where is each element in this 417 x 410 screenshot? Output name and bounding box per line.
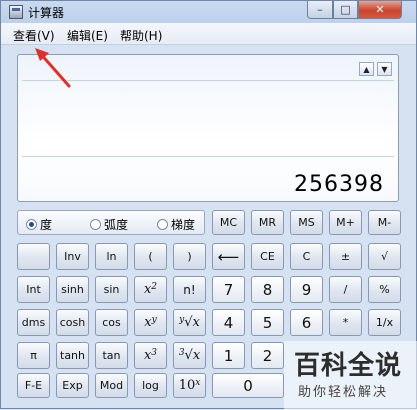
digit-2-button[interactable]: 2 bbox=[251, 342, 284, 369]
digit-5-button[interactable]: 5 bbox=[251, 309, 284, 336]
history-scroll-down-button[interactable]: ▼ bbox=[377, 62, 392, 76]
left-paren-button[interactable]: ( bbox=[134, 243, 167, 270]
square-root-button[interactable]: √ bbox=[368, 243, 401, 270]
radio-radian[interactable]: 弧度 bbox=[90, 216, 128, 233]
minimize-button[interactable]: – bbox=[307, 1, 333, 19]
window-title: 计算器 bbox=[28, 6, 65, 20]
x-power-y-base: x bbox=[144, 315, 152, 330]
y-root-x-button[interactable]: y √x bbox=[173, 309, 206, 336]
x-cubed-exponent: 3 bbox=[151, 347, 158, 358]
m-plus-button[interactable]: M+ bbox=[329, 210, 362, 235]
digit-8-button[interactable]: 8 bbox=[251, 276, 284, 303]
mod-button[interactable]: Mod bbox=[95, 373, 128, 398]
watermark: 百科全说 助你轻松解决 bbox=[284, 341, 417, 410]
x-squared-button[interactable]: x2 bbox=[134, 276, 167, 303]
factorial-button[interactable]: n! bbox=[173, 276, 206, 303]
display-value: 256398 bbox=[294, 172, 384, 197]
radio-degree[interactable]: 度 bbox=[26, 216, 52, 233]
sinh-button[interactable]: sinh bbox=[56, 276, 89, 303]
menu-view[interactable]: 查看(V) bbox=[13, 27, 55, 44]
mr-button[interactable]: MR bbox=[251, 210, 284, 235]
radio-degree-dot bbox=[26, 219, 37, 230]
menu-help[interactable]: 帮助(H) bbox=[120, 27, 162, 44]
multiply-button[interactable]: * bbox=[329, 309, 362, 336]
radio-radian-dot bbox=[90, 219, 101, 230]
mc-button[interactable]: MC bbox=[212, 210, 245, 235]
y-root-symbol: √x bbox=[184, 315, 200, 330]
divide-button[interactable]: / bbox=[329, 276, 362, 303]
cube-root-button[interactable]: 3 √x bbox=[173, 342, 206, 369]
m-minus-button[interactable]: M- bbox=[368, 210, 401, 235]
radio-gradian[interactable]: 梯度 bbox=[157, 216, 195, 233]
digit-9-button[interactable]: 9 bbox=[290, 276, 323, 303]
radio-gradian-dot bbox=[157, 219, 168, 230]
plus-minus-button[interactable]: ± bbox=[329, 243, 362, 270]
pi-button[interactable]: π bbox=[17, 342, 50, 369]
radio-degree-label: 度 bbox=[40, 218, 53, 232]
radio-radian-label: 弧度 bbox=[104, 218, 129, 232]
radio-gradian-label: 梯度 bbox=[171, 218, 196, 232]
close-button[interactable]: ✕ bbox=[358, 1, 402, 19]
blank-function-button[interactable] bbox=[17, 243, 50, 270]
fe-button[interactable]: F-E bbox=[17, 373, 50, 398]
log-button[interactable]: log bbox=[134, 373, 167, 398]
history-scroll-up-button[interactable]: ▲ bbox=[359, 62, 374, 76]
int-button[interactable]: Int bbox=[17, 276, 50, 303]
digit-0-button[interactable]: 0 bbox=[212, 373, 284, 398]
sin-button[interactable]: sin bbox=[95, 276, 128, 303]
ln-button[interactable]: ln bbox=[95, 243, 128, 270]
annotation-arrow-icon bbox=[35, 48, 71, 88]
x-squared-exponent: 2 bbox=[151, 281, 158, 292]
cube-root-index: 3 bbox=[178, 347, 185, 358]
calculator-app-icon bbox=[9, 5, 23, 19]
x-cubed-button[interactable]: x3 bbox=[134, 342, 167, 369]
reciprocal-button[interactable]: 1/x bbox=[368, 309, 401, 336]
exp-button[interactable]: Exp bbox=[56, 373, 89, 398]
history-divider-bottom bbox=[22, 156, 394, 157]
menu-bar: 查看(V) 编辑(E) 帮助(H) bbox=[1, 23, 416, 45]
angle-mode-group: 度 弧度 梯度 bbox=[17, 210, 205, 235]
ms-button[interactable]: MS bbox=[290, 210, 323, 235]
x-power-y-button[interactable]: xy bbox=[134, 309, 167, 336]
digit-6-button[interactable]: 6 bbox=[290, 309, 323, 336]
cosh-button[interactable]: cosh bbox=[56, 309, 89, 336]
title-bar: 计算器 – □ ✕ bbox=[1, 1, 416, 23]
watermark-sub-text: 助你轻松解决 bbox=[298, 385, 389, 400]
watermark-main-text: 百科全说 bbox=[294, 351, 403, 381]
ten-power-exponent: x bbox=[195, 377, 201, 388]
maximize-button[interactable]: □ bbox=[333, 1, 358, 19]
percent-button[interactable]: % bbox=[368, 276, 401, 303]
x-power-y-exponent: y bbox=[151, 314, 157, 325]
cube-root-symbol: √x bbox=[184, 348, 201, 363]
x-cubed-base: x bbox=[143, 348, 152, 363]
digit-7-button[interactable]: 7 bbox=[212, 276, 245, 303]
c-button[interactable]: C bbox=[290, 243, 323, 270]
cos-button[interactable]: cos bbox=[95, 309, 128, 336]
tanh-button[interactable]: tanh bbox=[56, 342, 89, 369]
ce-button[interactable]: CE bbox=[251, 243, 284, 270]
ten-power-x-button[interactable]: 10 x bbox=[173, 373, 206, 398]
menu-edit[interactable]: 编辑(E) bbox=[67, 27, 108, 44]
digit-1-button[interactable]: 1 bbox=[212, 342, 245, 369]
right-paren-button[interactable]: ) bbox=[173, 243, 206, 270]
y-root-index: y bbox=[179, 314, 185, 325]
inv-button[interactable]: Inv bbox=[56, 243, 89, 270]
ten-power-base: 10 bbox=[178, 378, 196, 393]
tan-button[interactable]: tan bbox=[95, 342, 128, 369]
calculator-window: 计算器 – □ ✕ 查看(V) 编辑(E) 帮助(H) ▲ ▼ 256398 度… bbox=[0, 0, 417, 410]
digit-4-button[interactable]: 4 bbox=[212, 309, 245, 336]
backspace-button[interactable]: ⟵ bbox=[212, 243, 245, 270]
dms-button[interactable]: dms bbox=[17, 309, 50, 336]
